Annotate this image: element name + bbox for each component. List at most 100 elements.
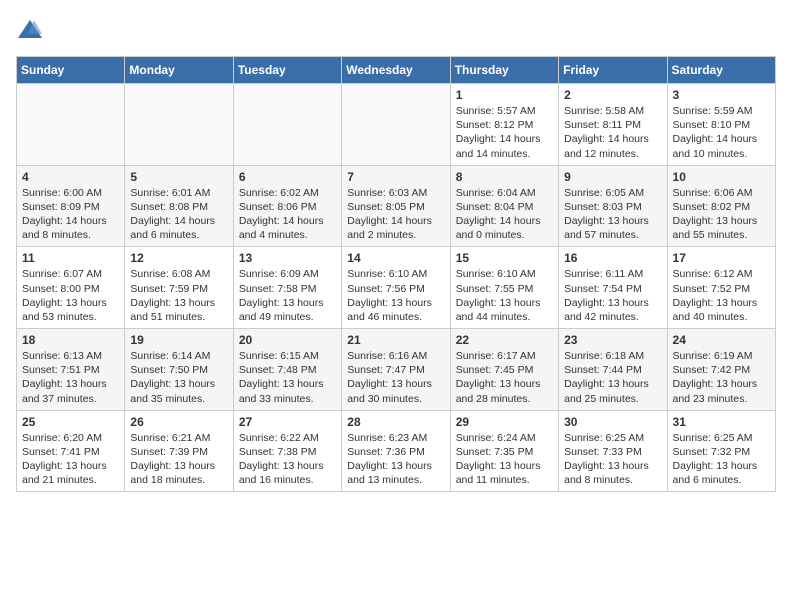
day-number: 11	[22, 251, 119, 265]
calendar-cell: 31 Sunrise: 6:25 AM Sunset: 7:32 PM Dayli…	[667, 410, 775, 492]
day-info: Sunrise: 6:09 AM Sunset: 7:58 PM Dayligh…	[239, 267, 336, 324]
day-info: Sunrise: 6:08 AM Sunset: 7:59 PM Dayligh…	[130, 267, 227, 324]
day-number: 29	[456, 415, 553, 429]
calendar-cell: 24 Sunrise: 6:19 AM Sunset: 7:42 PM Dayli…	[667, 329, 775, 411]
week-row-5: 25 Sunrise: 6:20 AM Sunset: 7:41 PM Dayli…	[17, 410, 776, 492]
day-number: 8	[456, 170, 553, 184]
day-number: 24	[673, 333, 770, 347]
calendar-cell: 27 Sunrise: 6:22 AM Sunset: 7:38 PM Dayli…	[233, 410, 341, 492]
calendar-cell: 15 Sunrise: 6:10 AM Sunset: 7:55 PM Dayli…	[450, 247, 558, 329]
day-number: 14	[347, 251, 444, 265]
calendar-cell: 22 Sunrise: 6:17 AM Sunset: 7:45 PM Dayli…	[450, 329, 558, 411]
day-number: 1	[456, 88, 553, 102]
calendar-cell: 10Sunrise: 6:06 AM Sunset: 8:02 PM Dayli…	[667, 165, 775, 247]
week-row-2: 4 Sunrise: 6:00 AM Sunset: 8:09 PM Daylig…	[17, 165, 776, 247]
day-number: 9	[564, 170, 661, 184]
calendar-cell: 21Sunrise: 6:16 AM Sunset: 7:47 PM Dayli…	[342, 329, 450, 411]
day-info: Sunrise: 6:15 AM Sunset: 7:48 PM Dayligh…	[239, 349, 336, 406]
calendar-cell: 18 Sunrise: 6:13 AM Sunset: 7:51 PM Dayli…	[17, 329, 125, 411]
day-info: Sunrise: 6:10 AM Sunset: 7:56 PM Dayligh…	[347, 267, 444, 324]
header	[16, 16, 776, 44]
week-row-1: 1 Sunrise: 5:57 AM Sunset: 8:12 PM Daylig…	[17, 84, 776, 166]
calendar-cell	[125, 84, 233, 166]
day-info: Sunrise: 6:07 AM Sunset: 8:00 PM Dayligh…	[22, 267, 119, 324]
day-number: 13	[239, 251, 336, 265]
calendar-cell: 20 Sunrise: 6:15 AM Sunset: 7:48 PM Dayli…	[233, 329, 341, 411]
day-info: Sunrise: 6:22 AM Sunset: 7:38 PM Dayligh…	[239, 431, 336, 488]
week-row-3: 11 Sunrise: 6:07 AM Sunset: 8:00 PM Dayli…	[17, 247, 776, 329]
day-number: 7	[347, 170, 444, 184]
logo	[16, 16, 48, 44]
day-number: 27	[239, 415, 336, 429]
day-number: 30	[564, 415, 661, 429]
calendar-cell: 19 Sunrise: 6:14 AM Sunset: 7:50 PM Dayli…	[125, 329, 233, 411]
calendar-cell: 12 Sunrise: 6:08 AM Sunset: 7:59 PM Dayli…	[125, 247, 233, 329]
calendar-cell: 7 Sunrise: 6:03 AM Sunset: 8:05 PM Daylig…	[342, 165, 450, 247]
calendar-cell: 4 Sunrise: 6:00 AM Sunset: 8:09 PM Daylig…	[17, 165, 125, 247]
day-info: Sunrise: 6:05 AM Sunset: 8:03 PM Dayligh…	[564, 186, 661, 243]
day-info: Sunrise: 6:11 AM Sunset: 7:54 PM Dayligh…	[564, 267, 661, 324]
day-info: Sunrise: 6:17 AM Sunset: 7:45 PM Dayligh…	[456, 349, 553, 406]
day-number: 3	[673, 88, 770, 102]
day-info: Sunrise: 6:24 AM Sunset: 7:35 PM Dayligh…	[456, 431, 553, 488]
weekday-header-row: SundayMondayTuesdayWednesdayThursdayFrid…	[17, 57, 776, 84]
day-info: Sunrise: 5:57 AM Sunset: 8:12 PM Dayligh…	[456, 104, 553, 161]
day-info: Sunrise: 6:19 AM Sunset: 7:42 PM Dayligh…	[673, 349, 770, 406]
calendar-cell: 6Sunrise: 6:02 AM Sunset: 8:06 PM Daylig…	[233, 165, 341, 247]
calendar-table: SundayMondayTuesdayWednesdayThursdayFrid…	[16, 56, 776, 492]
day-number: 26	[130, 415, 227, 429]
day-info: Sunrise: 5:59 AM Sunset: 8:10 PM Dayligh…	[673, 104, 770, 161]
logo-icon	[16, 16, 44, 44]
calendar-cell: 1 Sunrise: 5:57 AM Sunset: 8:12 PM Daylig…	[450, 84, 558, 166]
weekday-friday: Friday	[559, 57, 667, 84]
day-info: Sunrise: 6:13 AM Sunset: 7:51 PM Dayligh…	[22, 349, 119, 406]
day-number: 16	[564, 251, 661, 265]
day-number: 19	[130, 333, 227, 347]
day-number: 18	[22, 333, 119, 347]
day-info: Sunrise: 6:02 AM Sunset: 8:06 PM Dayligh…	[239, 186, 336, 243]
calendar-cell: 28 Sunrise: 6:23 AM Sunset: 7:36 PM Dayli…	[342, 410, 450, 492]
calendar-cell: 11 Sunrise: 6:07 AM Sunset: 8:00 PM Dayli…	[17, 247, 125, 329]
week-row-4: 18 Sunrise: 6:13 AM Sunset: 7:51 PM Dayli…	[17, 329, 776, 411]
calendar-cell	[233, 84, 341, 166]
day-number: 15	[456, 251, 553, 265]
day-number: 31	[673, 415, 770, 429]
day-number: 5	[130, 170, 227, 184]
weekday-sunday: Sunday	[17, 57, 125, 84]
calendar-cell: 5Sunrise: 6:01 AM Sunset: 8:08 PM Daylig…	[125, 165, 233, 247]
calendar-cell: 23Sunrise: 6:18 AM Sunset: 7:44 PM Dayli…	[559, 329, 667, 411]
day-info: Sunrise: 6:21 AM Sunset: 7:39 PM Dayligh…	[130, 431, 227, 488]
day-info: Sunrise: 6:12 AM Sunset: 7:52 PM Dayligh…	[673, 267, 770, 324]
calendar-cell: 13 Sunrise: 6:09 AM Sunset: 7:58 PM Dayli…	[233, 247, 341, 329]
day-info: Sunrise: 5:58 AM Sunset: 8:11 PM Dayligh…	[564, 104, 661, 161]
weekday-saturday: Saturday	[667, 57, 775, 84]
day-info: Sunrise: 6:14 AM Sunset: 7:50 PM Dayligh…	[130, 349, 227, 406]
weekday-wednesday: Wednesday	[342, 57, 450, 84]
calendar-cell: 17Sunrise: 6:12 AM Sunset: 7:52 PM Dayli…	[667, 247, 775, 329]
day-info: Sunrise: 6:00 AM Sunset: 8:09 PM Dayligh…	[22, 186, 119, 243]
day-number: 12	[130, 251, 227, 265]
day-info: Sunrise: 6:25 AM Sunset: 7:32 PM Dayligh…	[673, 431, 770, 488]
calendar-cell: 29 Sunrise: 6:24 AM Sunset: 7:35 PM Dayli…	[450, 410, 558, 492]
day-number: 23	[564, 333, 661, 347]
day-number: 22	[456, 333, 553, 347]
day-info: Sunrise: 6:04 AM Sunset: 8:04 PM Dayligh…	[456, 186, 553, 243]
day-info: Sunrise: 6:10 AM Sunset: 7:55 PM Dayligh…	[456, 267, 553, 324]
day-info: Sunrise: 6:03 AM Sunset: 8:05 PM Dayligh…	[347, 186, 444, 243]
calendar-cell: 3 Sunrise: 5:59 AM Sunset: 8:10 PM Daylig…	[667, 84, 775, 166]
day-info: Sunrise: 6:20 AM Sunset: 7:41 PM Dayligh…	[22, 431, 119, 488]
calendar-cell: 8 Sunrise: 6:04 AM Sunset: 8:04 PM Daylig…	[450, 165, 558, 247]
day-number: 28	[347, 415, 444, 429]
day-number: 20	[239, 333, 336, 347]
day-info: Sunrise: 6:16 AM Sunset: 7:47 PM Dayligh…	[347, 349, 444, 406]
day-info: Sunrise: 6:23 AM Sunset: 7:36 PM Dayligh…	[347, 431, 444, 488]
day-info: Sunrise: 6:06 AM Sunset: 8:02 PM Dayligh…	[673, 186, 770, 243]
day-number: 25	[22, 415, 119, 429]
calendar-cell: 14 Sunrise: 6:10 AM Sunset: 7:56 PM Dayli…	[342, 247, 450, 329]
calendar-cell: 9 Sunrise: 6:05 AM Sunset: 8:03 PM Daylig…	[559, 165, 667, 247]
day-number: 4	[22, 170, 119, 184]
calendar-cell	[342, 84, 450, 166]
weekday-thursday: Thursday	[450, 57, 558, 84]
weekday-monday: Monday	[125, 57, 233, 84]
calendar-cell: 2Sunrise: 5:58 AM Sunset: 8:11 PM Daylig…	[559, 84, 667, 166]
